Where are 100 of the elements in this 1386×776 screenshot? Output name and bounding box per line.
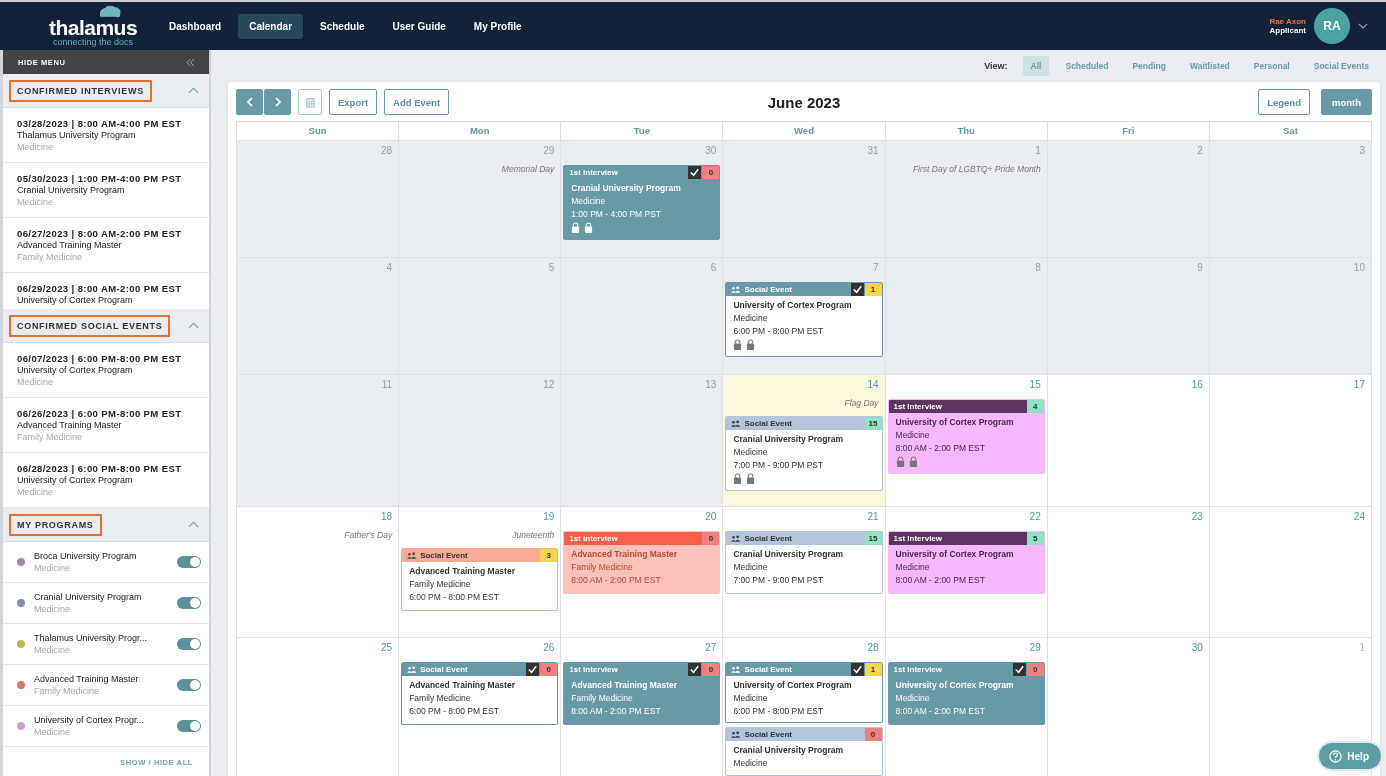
day-cell[interactable]: 19 Juneteenth Social Event 3 Advanced Training Master Family Medicine 6:00 PM - 8:00 PM EST [399,506,562,637]
event-specialty: Medicine [733,446,769,459]
event-type-label: Social Event [744,285,793,294]
day-cell[interactable]: 22 1st Interview 5 University of Cortex Program Medicine 8:00 AM - 2:00 PM EST [885,506,1048,637]
question-icon [1329,749,1343,763]
toggle-switch[interactable] [177,638,201,650]
day-number: 21 [866,510,880,524]
view-filter-tab[interactable]: Pending [1124,56,1174,76]
double-chevron-icon [186,57,195,67]
day-number: 15 [1028,378,1042,392]
day-cell[interactable]: 26 Social Event 0 Advanced Training Master Family Medicine 6:00 PM - 8:00 PM EST [399,637,562,776]
day-number: 5 [547,261,556,275]
help-button[interactable]: Help [1317,741,1383,771]
chevron-icon[interactable] [188,322,199,329]
day-number: 25 [380,641,394,655]
day-cell[interactable]: 23 [1047,506,1210,637]
view-filter-tab[interactable]: Personal [1245,56,1298,76]
day-cell[interactable]: 27 1st Interview 0 Advanced Training Master Family Medicine 8:00 AM - 2:00 PM EST [561,637,724,776]
specialty-label: Family Medicine [34,684,101,697]
chevron-icon[interactable] [188,87,199,94]
event-time: 6:00 PM - 8:00 PM EST [409,705,500,718]
day-number: 18 [380,510,394,524]
day-cell[interactable]: 7 Social Event 1 University of Cortex Program Medicine 6:00 PM - 8:00 PM EST [723,257,886,374]
specialty-label: Medicine [34,725,72,738]
program-name: Advanced Training Master [17,420,123,431]
event-type-label: 1st Interview [893,402,944,411]
day-cell[interactable]: 28 Social Event 1 University of Cortex Program Medicine 6:00 PM - 8:00 PM EST Social Event 0 Cranial University Program Medicine [723,637,886,776]
add-event-button[interactable]: Add Event [384,89,450,115]
count-badge: 5 [1026,532,1044,545]
program-name: Cranial University Program [17,185,126,196]
view-filter-tab[interactable]: Waitlisted [1182,56,1238,76]
program-name: University of Cortex Program [17,475,134,486]
day-cell[interactable]: 1 First Day of LGBTQ+ Pride Month [885,140,1048,257]
event-card[interactable]: 1st Interview 0 Advanced Training Master Family Medicine 8:00 AM - 2:00 PM EST [563,662,721,725]
view-filter-tab[interactable]: Social Events [1305,56,1377,76]
event-card[interactable]: Social Event 3 Advanced Training Master Family Medicine 6:00 PM - 8:00 PM EST [401,548,559,611]
toggle-switch[interactable] [177,679,201,691]
event-card[interactable]: 1st Interview 0 Cranial University Program Medicine 1:00 PM - 4:00 PM PST [563,165,721,240]
event-card[interactable]: Social Event 0 Advanced Training Master Family Medicine 6:00 PM - 8:00 PM EST [401,662,559,725]
day-cell[interactable]: 29 Memorial Day [399,140,562,257]
event-date-time: 06/28/2023 | 6:00 PM-8:00 PM EST [17,462,183,475]
nav-tab[interactable]: Schedule [309,13,376,39]
day-cell[interactable]: 29 1st Interview 0 University of Cortex Program Medicine 8:00 AM - 2:00 PM EST [885,637,1048,776]
next-button[interactable] [264,89,291,115]
section-header[interactable]: CONFIRMED INTERVIEWS [3,74,209,108]
calendar-button[interactable] [298,89,322,115]
event-card[interactable]: Social Event 0 Cranial University Program Medicine [725,727,883,776]
event-time: 7:00 PM - 9:00 PM PST [733,574,825,587]
nav-tab[interactable]: Dashboard [158,13,233,39]
nav-tab[interactable]: User Guide [381,13,457,39]
event-card[interactable]: Social Event 1 University of Cortex Program Medicine 6:00 PM - 8:00 PM EST [725,282,883,357]
event-card[interactable]: 1st Interview 0 University of Cortex Program Medicine 8:00 AM - 2:00 PM EST [887,662,1045,725]
event-card[interactable]: 1st Interview 0 Advanced Training Master Family Medicine 8:00 AM - 2:00 PM EST [563,531,721,594]
event-card[interactable]: 1st Interview 4 University of Cortex Program Medicine 8:00 AM - 2:00 PM EST [887,399,1045,474]
day-cell[interactable]: 20 1st Interview 0 Advanced Training Master Family Medicine 8:00 AM - 2:00 PM EST [561,506,724,637]
nav-tab[interactable]: My Profile [462,13,533,39]
people-icon [407,552,418,559]
calendar-title: June 2023 [767,93,841,111]
program-name: University of Cortex Program [17,365,134,376]
day-number: 24 [1352,510,1366,524]
toggle-switch[interactable] [177,597,201,609]
day-cell[interactable]: 25 [237,637,400,776]
previous-button[interactable] [236,89,263,115]
event-card[interactable]: Social Event 1 University of Cortex Program Medicine 6:00 PM - 8:00 PM EST [725,661,883,724]
count-badge: 0 [702,166,720,179]
people-icon [407,666,418,673]
count-badge: 1 [864,662,882,676]
event-specialty: Family Medicine [571,561,634,574]
toggle-switch[interactable] [177,720,201,732]
legend-button[interactable]: Legend [1258,89,1310,115]
event-specialty: Medicine [733,312,769,325]
day-cell[interactable]: 21 Social Event 15 Cranial University Program Medicine 7:00 PM - 9:00 PM PST [723,506,886,637]
day-cell[interactable]: 18 Father's Day [237,506,400,637]
event-time: 8:00 AM - 2:00 PM EST [571,574,662,587]
export-button[interactable]: Export [329,89,378,115]
day-cell[interactable]: 14 Flag Day Social Event 15 Cranial University Program Medicine 7:00 PM - 9:00 PM PST [723,374,886,506]
event-card[interactable]: 1st Interview 5 University of Cortex Program Medicine 8:00 AM - 2:00 PM EST [887,531,1045,594]
event-card[interactable]: Social Event 15 Cranial University Program Medicine 7:00 PM - 9:00 PM PST [725,416,883,491]
chevron-icon[interactable] [188,521,199,528]
people-icon [731,286,742,293]
event-type-label: 1st Interview [569,534,619,543]
event-card[interactable]: Social Event 15 Cranial University Program Medicine 7:00 PM - 9:00 PM PST [725,531,883,594]
caret-icon[interactable] [1358,23,1368,29]
day-cell[interactable]: 30 1st Interview 0 Cranial University Program Medicine 1:00 PM - 4:00 PM PST [561,140,724,257]
avatar[interactable]: RA [1314,8,1350,44]
day-number: 1 [1358,641,1366,655]
day-cell[interactable]: 30 [1047,637,1210,776]
toggle-switch[interactable] [177,556,201,568]
day-cell[interactable]: 15 1st Interview 4 University of Cortex Program Medicine 8:00 AM - 2:00 PM EST [885,374,1048,506]
day-cell[interactable]: 24 [1209,506,1372,637]
nav-tab[interactable]: Calendar [238,13,304,39]
event-type-label: Social Event [420,551,469,560]
day-cell[interactable]: 17 [1209,374,1372,506]
event-time: 8:00 AM - 2:00 PM EST [895,705,986,718]
event-specialty: Medicine [895,429,931,442]
day-cell[interactable]: 16 [1047,374,1210,506]
section-header[interactable]: MY PROGRAMS [3,508,209,542]
section-header[interactable]: CONFIRMED SOCIAL EVENTS [3,309,209,343]
month-view-button[interactable]: month [1320,89,1372,115]
view-filter-tab[interactable]: Scheduled [1057,56,1117,76]
